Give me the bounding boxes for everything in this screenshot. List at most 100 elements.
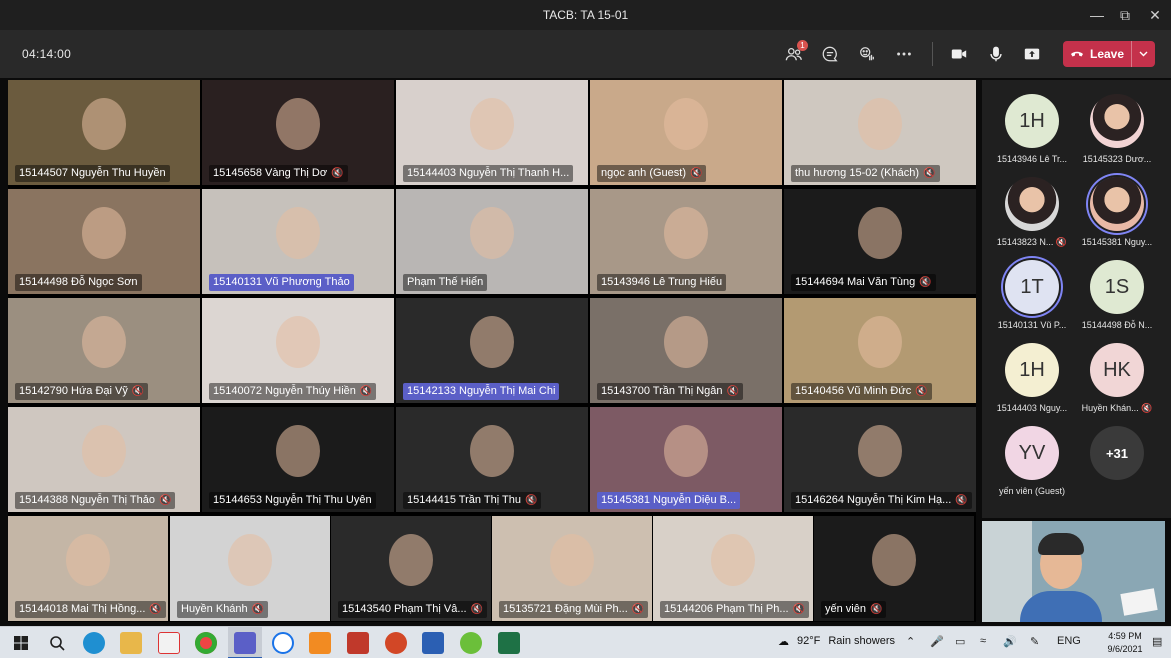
participant-video-tile[interactable]: 15144653 Nguyễn Thị Thu Uyên: [202, 407, 394, 512]
weather-widget[interactable]: ☁ 92°F Rain showers: [778, 635, 895, 648]
participant-name-label: 15146264 Nguyễn Thị Kim Hạ... 🔇: [791, 492, 972, 509]
participant-video-tile[interactable]: 15142133 Nguyễn Thị Mai Chi: [396, 298, 588, 403]
app-orange-icon[interactable]: [309, 632, 331, 654]
participant-video-tile[interactable]: 15143700 Trần Thị Ngân 🔇: [590, 298, 782, 403]
more-icon: [897, 52, 911, 56]
participant-video-tile[interactable]: 15145381 Nguyễn Diệu B...: [590, 407, 782, 512]
file-explorer-icon[interactable]: [120, 632, 142, 654]
participant-video-tile[interactable]: thu hương 15-02 (Khách) 🔇: [784, 80, 976, 185]
roster-name: 15145323 Dươ...: [1082, 154, 1152, 164]
more-participants[interactable]: +31: [1072, 426, 1162, 486]
participants-button[interactable]: 1: [780, 40, 808, 68]
participant-video-tile[interactable]: 15144403 Nguyễn Thị Thanh H...: [396, 80, 588, 185]
participant-video-tile[interactable]: Phạm Thế Hiển: [396, 189, 588, 294]
roster-name-label: 15145381 Nguy...: [1072, 237, 1162, 247]
leave-button[interactable]: Leave: [1063, 41, 1131, 67]
wifi-icon[interactable]: ≈: [980, 635, 986, 647]
participant-video-tile[interactable]: 15144415 Trần Thị Thu 🔇: [396, 407, 588, 512]
teams-icon[interactable]: [234, 632, 256, 654]
participant-video-tile[interactable]: ngọc anh (Guest) 🔇: [590, 80, 782, 185]
more-actions-button[interactable]: [890, 40, 918, 68]
participant-video-tile[interactable]: 15140456 Vũ Minh Đức 🔇: [784, 298, 976, 403]
system-clock[interactable]: 4:59 PM 9/6/2021: [1103, 630, 1147, 656]
word-icon[interactable]: [422, 632, 444, 654]
meeting-timer: 04:14:00: [22, 47, 72, 61]
roster-name-label: 15144498 Đỗ N...: [1072, 320, 1162, 330]
notifications-icon[interactable]: ▤: [1152, 635, 1162, 648]
close-icon[interactable]: ✕: [1139, 0, 1171, 30]
microphone-button[interactable]: [982, 40, 1010, 68]
leave-options-button[interactable]: [1131, 41, 1155, 67]
roster-participant[interactable]: 1S 15144498 Đỗ N...: [1072, 260, 1162, 330]
avatar-initials: 1H: [1005, 343, 1059, 397]
zalo-icon[interactable]: [272, 632, 294, 654]
edge-browser-icon[interactable]: [83, 632, 105, 654]
participant-video-tile[interactable]: 15140072 Nguyễn Thúy Hiền 🔇: [202, 298, 394, 403]
powerpoint-icon[interactable]: [385, 632, 407, 654]
self-view-video[interactable]: [982, 521, 1165, 622]
participant-silhouette: [66, 534, 110, 586]
tray-microphone-icon[interactable]: 🎤: [930, 635, 944, 648]
participant-name-label: ngọc anh (Guest) 🔇: [597, 165, 707, 182]
excel-icon[interactable]: [498, 632, 520, 654]
winrar-icon[interactable]: [347, 632, 369, 654]
participant-name-label: 15145658 Vàng Thị Dơ 🔇: [209, 165, 348, 182]
snipping-tool-icon[interactable]: [158, 632, 180, 654]
hang-up-icon: [1070, 51, 1083, 57]
participant-name: 15142790 Hứa Đại Vỹ: [19, 385, 128, 397]
restore-icon[interactable]: ⧉: [1109, 0, 1141, 30]
windows-start-icon[interactable]: [10, 632, 32, 654]
roster-participant[interactable]: 15143823 N... 🔇: [987, 177, 1077, 248]
participant-video-tile[interactable]: Huyền Khánh 🔇: [170, 516, 330, 621]
chat-button[interactable]: [816, 40, 844, 68]
search-icon[interactable]: [46, 632, 68, 654]
participant-silhouette: [664, 316, 708, 368]
roster-name: 15140131 Vũ P...: [997, 320, 1067, 330]
volume-icon[interactable]: 🔊: [1003, 635, 1017, 648]
muted-mic-icon: 🔇: [359, 386, 373, 397]
share-button[interactable]: [1018, 40, 1046, 68]
participant-video-tile[interactable]: 15140131 Vũ Phương Thảo: [202, 189, 394, 294]
roster-participant[interactable]: 15145323 Dươ...: [1072, 94, 1162, 164]
roster-participant[interactable]: 1H 15143946 Lê Tr...: [987, 94, 1077, 164]
battery-icon[interactable]: ▭: [955, 635, 965, 648]
roster-participant[interactable]: 15145381 Nguy...: [1072, 177, 1162, 247]
participant-video-tile[interactable]: 15146264 Nguyễn Thị Kim Hạ... 🔇: [784, 407, 976, 512]
roster-participant[interactable]: HK Huyền Khán... 🔇: [1072, 343, 1162, 414]
participant-video-tile[interactable]: 15144694 Mai Văn Tùng 🔇: [784, 189, 976, 294]
participant-video-tile[interactable]: 15144507 Nguyễn Thu Huyền: [8, 80, 200, 185]
participant-video-tile[interactable]: 15143540 Phạm Thị Vâ... 🔇: [331, 516, 491, 621]
participant-name-label: 15144403 Nguyễn Thị Thanh H...: [403, 165, 574, 182]
muted-mic-icon: 🔇: [915, 386, 928, 397]
participant-video-tile[interactable]: 15142790 Hứa Đại Vỹ 🔇: [8, 298, 200, 403]
participant-name: 15144507 Nguyễn Thu Huyền: [19, 167, 166, 179]
participant-silhouette: [389, 534, 433, 586]
roster-name: Huyền Khán...: [1081, 403, 1139, 413]
participant-video-tile[interactable]: 15144018 Mai Thị Hồng... 🔇: [8, 516, 168, 621]
participant-silhouette: [664, 98, 708, 150]
participant-name: 15143700 Trần Thị Ngân: [601, 385, 723, 397]
language-indicator[interactable]: ENG: [1057, 635, 1081, 647]
participant-silhouette: [470, 98, 514, 150]
app-green-icon[interactable]: [460, 632, 482, 654]
participant-video-tile[interactable]: 15144206 Phạm Thị Ph... 🔇: [653, 516, 813, 621]
participant-video-tile[interactable]: 15144498 Đỗ Ngọc Sơn: [8, 189, 200, 294]
tray-expand-icon[interactable]: ⌃: [906, 635, 915, 648]
weather-temperature: 92°F: [797, 635, 821, 647]
camera-button[interactable]: [945, 40, 973, 68]
participant-video-tile[interactable]: yến viên 🔇: [814, 516, 974, 621]
roster-participant[interactable]: YV yến viên (Guest): [987, 426, 1077, 496]
avatar-initials: YV: [1005, 426, 1059, 480]
participant-video-tile[interactable]: 15145658 Vàng Thị Dơ 🔇: [202, 80, 394, 185]
participant-video-tile[interactable]: 15143946 Lê Trung Hiếu: [590, 189, 782, 294]
avatar-initials: 1T: [1005, 260, 1059, 314]
roster-participant[interactable]: 1T 15140131 Vũ P...: [987, 260, 1077, 330]
roster-participant[interactable]: 1H 15144403 Nguy...: [987, 343, 1077, 413]
participant-video-tile[interactable]: 15135721 Đặng Mùi Ph... 🔇: [492, 516, 652, 621]
participant-silhouette: [550, 534, 594, 586]
reactions-button[interactable]: [853, 40, 881, 68]
participant-silhouette: [276, 207, 320, 259]
participant-video-tile[interactable]: 15144388 Nguyễn Thị Thảo 🔇: [8, 407, 200, 512]
chrome-icon[interactable]: [195, 632, 217, 654]
pen-icon[interactable]: ✎: [1030, 635, 1039, 648]
